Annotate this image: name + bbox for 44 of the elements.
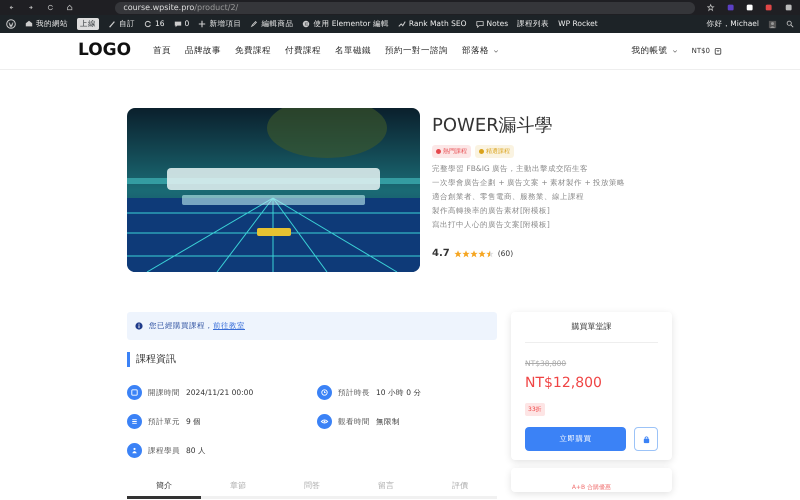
back-icon[interactable]: [8, 3, 16, 12]
product-title: POWER漏斗學: [432, 114, 554, 138]
dashboard-icon: [25, 20, 33, 28]
rating-value: 4.7: [432, 247, 450, 261]
logo[interactable]: LOGO: [78, 38, 132, 64]
pencil-icon: [250, 20, 258, 28]
nav-link[interactable]: 首頁: [153, 44, 172, 58]
plus-icon: [198, 20, 206, 28]
sale-price: NT$12,800: [525, 374, 603, 393]
nav-link[interactable]: 名單磁鐵: [335, 44, 372, 58]
address-bar[interactable]: course.wpsite.pro/product/2/: [115, 2, 696, 14]
forward-icon[interactable]: [27, 3, 35, 12]
nav-link[interactable]: 部落格: [462, 44, 490, 58]
card-title: 購買單堂課: [572, 322, 612, 331]
nav-link[interactable]: 預約一對一諮詢: [385, 44, 448, 58]
list-icon: [127, 414, 142, 429]
clock-icon: [317, 385, 332, 400]
chart-icon: [398, 20, 406, 28]
avatar-icon[interactable]: [768, 20, 777, 28]
caret-icon: [493, 48, 500, 54]
people-icon: [127, 443, 142, 458]
add-to-cart-button[interactable]: [634, 427, 658, 451]
elementor-icon: [302, 20, 310, 28]
star-icon[interactable]: [707, 3, 715, 12]
comment-icon: [174, 20, 182, 28]
nav-link[interactable]: 免費課程: [235, 44, 272, 58]
cart-icon[interactable]: [714, 47, 722, 55]
nav-link[interactable]: 付費課程: [285, 44, 322, 58]
nav-link[interactable]: 品牌故事: [185, 44, 222, 58]
wordpress-icon[interactable]: [6, 19, 16, 29]
url-text: course.wpsite.pro/product/2/: [123, 2, 238, 14]
extension-icon[interactable]: [746, 3, 754, 12]
section-title: 課程資訊: [127, 352, 497, 367]
extension-icon[interactable]: [784, 3, 792, 12]
refresh-icon: [144, 20, 152, 28]
chat-icon: [476, 20, 484, 28]
info-icon: [135, 322, 143, 330]
account-link[interactable]: 我的帳號: [632, 44, 668, 58]
reload-icon[interactable]: [46, 3, 54, 12]
caret-icon: [672, 48, 678, 54]
tab[interactable]: 簡介: [127, 478, 201, 499]
home-icon[interactable]: [66, 3, 74, 12]
eye-icon: [317, 414, 332, 429]
search-icon[interactable]: [786, 20, 794, 28]
